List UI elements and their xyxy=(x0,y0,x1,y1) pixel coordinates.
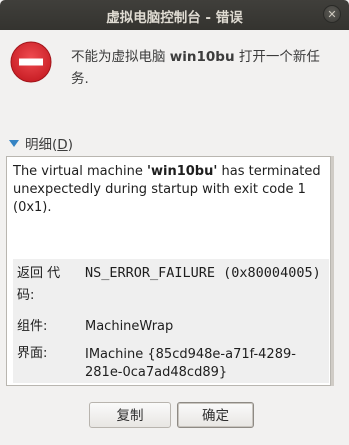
copy-button[interactable]: 复制 xyxy=(89,402,171,428)
triangle-down-icon xyxy=(9,140,19,147)
details-text: The virtual machine 'win10bu' has termin… xyxy=(13,164,321,215)
component-value: MachineWrap xyxy=(85,319,174,334)
title-bar: 虚拟电脑控制台 - 错误 ✕ xyxy=(0,0,349,30)
info-row-component: 组件: MachineWrap xyxy=(13,313,329,341)
message-vm-name: win10bu xyxy=(169,49,235,65)
close-icon: ✕ xyxy=(327,7,337,21)
component-label: 组件: xyxy=(17,319,48,334)
error-message: 不能为虚拟电脑 win10bu 打开一个新任务. xyxy=(71,46,333,90)
details-scrollbar[interactable] xyxy=(331,156,334,386)
result-code-label: 返回 代码: xyxy=(17,266,61,303)
details-expander[interactable]: 明细(D) xyxy=(9,134,73,153)
details-panel[interactable]: The virtual machine 'win10bu' has termin… xyxy=(6,156,331,386)
message-prefix: 不能为虚拟电脑 xyxy=(71,49,170,65)
ok-button[interactable]: 确定 xyxy=(177,402,254,428)
window-title: 虚拟电脑控制台 - 错误 xyxy=(106,10,243,26)
result-code-value: NS_ERROR_FAILURE (0x80004005) xyxy=(85,265,321,281)
close-button[interactable]: ✕ xyxy=(323,5,341,23)
details-label: 明细(D) xyxy=(25,137,73,153)
info-row-result-code: 返回 代码: NS_ERROR_FAILURE (0x80004005) xyxy=(13,259,329,313)
error-info-table: 返回 代码: NS_ERROR_FAILURE (0x80004005) 组件:… xyxy=(13,259,329,383)
error-circle-icon xyxy=(10,41,52,83)
interface-value: IMachine {85cd948e-a71f-4289-281e-0ca7ad… xyxy=(85,347,296,380)
interface-label: 界面: xyxy=(17,346,48,361)
info-row-interface: 界面: IMachine {85cd948e-a71f-4289-281e-0c… xyxy=(13,341,329,383)
